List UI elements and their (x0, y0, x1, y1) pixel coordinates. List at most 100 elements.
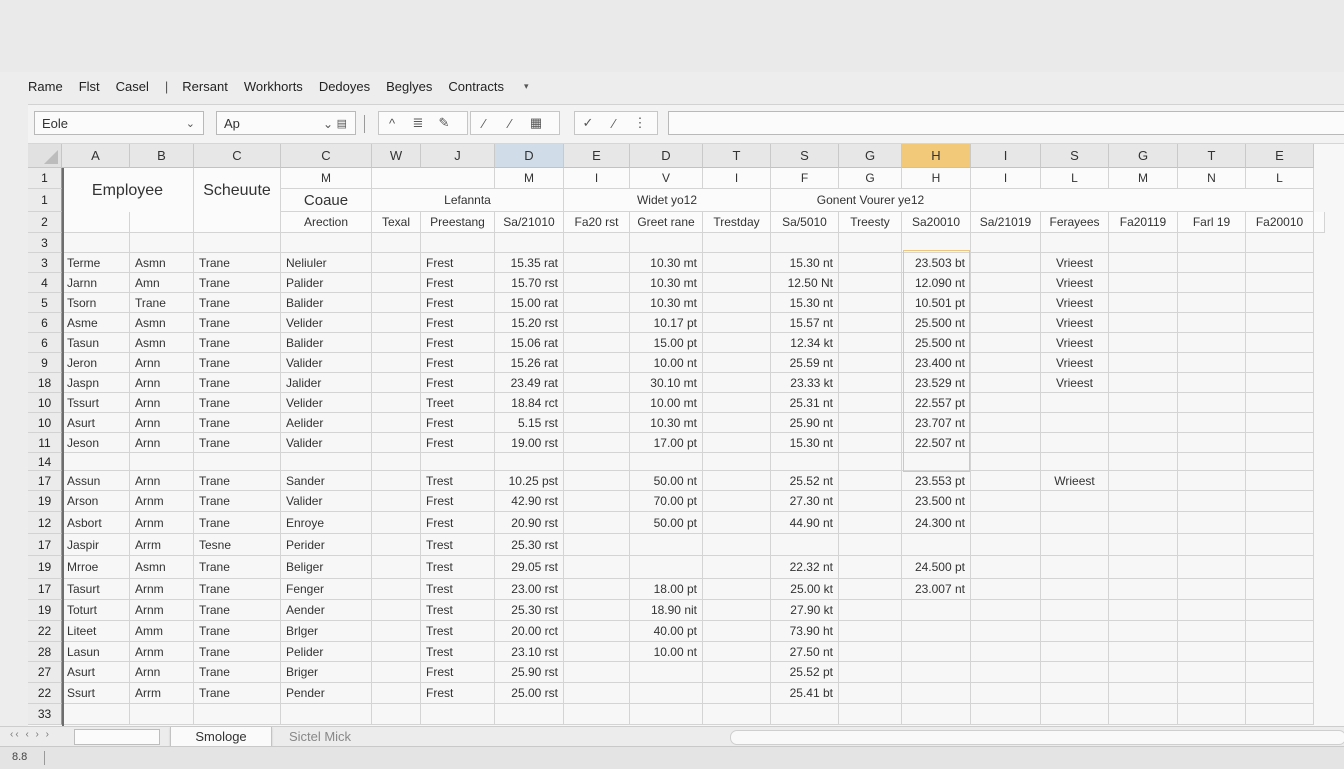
table-cell[interactable] (703, 491, 771, 512)
table-cell[interactable]: 23.49 rat (495, 373, 564, 393)
pen-icon[interactable]: ✎ (431, 115, 457, 131)
table-cell[interactable] (1041, 579, 1109, 600)
table-cell[interactable] (971, 471, 1041, 491)
header-cell[interactable]: I (703, 168, 771, 189)
header-cell[interactable]: Preestang (421, 212, 495, 233)
row-header[interactable]: 18 (28, 373, 62, 393)
table-cell[interactable]: 27.90 kt (771, 600, 839, 621)
table-cell[interactable]: 5.15 rst (495, 413, 564, 433)
header-cell[interactable]: Fa20 rst (564, 212, 630, 233)
table-cell[interactable] (971, 273, 1041, 293)
table-cell[interactable]: Frest (421, 373, 495, 393)
table-cell[interactable] (1178, 373, 1246, 393)
table-cell[interactable]: 15.30 nt (771, 253, 839, 273)
table-cell[interactable]: Arnm (130, 642, 194, 662)
grid-icon[interactable]: ▦ (523, 115, 549, 131)
header-cell[interactable]: Sa20010 (902, 212, 971, 233)
column-header[interactable]: G (1109, 144, 1178, 168)
table-cell[interactable]: 15.00 pt (630, 333, 703, 353)
header-cell[interactable] (372, 168, 495, 189)
table-cell[interactable] (1246, 512, 1314, 534)
row-header[interactable]: 10 (28, 393, 62, 413)
header-cell[interactable] (971, 189, 1314, 212)
table-cell[interactable] (1178, 433, 1246, 453)
table-cell[interactable]: Frest (421, 273, 495, 293)
table-cell[interactable] (372, 413, 421, 433)
table-cell[interactable]: 15.70 rst (495, 273, 564, 293)
table-cell[interactable]: 10.00 nt (630, 353, 703, 373)
table-cell[interactable]: Jalider (281, 373, 372, 393)
table-cell[interactable]: 22.507 nt (902, 433, 971, 453)
table-cell[interactable] (971, 662, 1041, 683)
table-cell[interactable] (1041, 453, 1109, 471)
column-header[interactable]: C (281, 144, 372, 168)
row-header[interactable]: 33 (28, 704, 62, 725)
table-cell[interactable] (564, 393, 630, 413)
header-cell[interactable]: Trestday (703, 212, 771, 233)
table-cell[interactable] (971, 453, 1041, 471)
row-header[interactable]: 3 (28, 253, 62, 273)
table-cell[interactable]: 23.007 nt (902, 579, 971, 600)
table-cell[interactable] (564, 491, 630, 512)
grid-cell[interactable] (630, 233, 703, 253)
header-cell[interactable]: G (839, 168, 902, 189)
table-cell[interactable] (703, 433, 771, 453)
grid-cell[interactable] (281, 704, 372, 725)
table-cell[interactable] (1246, 373, 1314, 393)
table-cell[interactable]: Arrm (130, 683, 194, 704)
table-cell[interactable] (372, 621, 421, 642)
table-cell[interactable]: 12.34 kt (771, 333, 839, 353)
table-cell[interactable] (1041, 393, 1109, 413)
table-cell[interactable] (564, 333, 630, 353)
table-cell[interactable]: Vrieest (1041, 353, 1109, 373)
table-cell[interactable]: Trest (421, 579, 495, 600)
table-cell[interactable] (372, 313, 421, 333)
grid-cell[interactable] (771, 704, 839, 725)
table-cell[interactable]: Tasurt (62, 579, 130, 600)
table-cell[interactable] (564, 534, 630, 556)
grid-cell[interactable] (630, 704, 703, 725)
table-cell[interactable] (971, 333, 1041, 353)
column-header[interactable]: E (564, 144, 630, 168)
grid-cell[interactable] (971, 233, 1041, 253)
table-cell[interactable] (1109, 683, 1178, 704)
grid-cell[interactable] (194, 233, 281, 253)
table-cell[interactable]: Sander (281, 471, 372, 491)
table-cell[interactable] (564, 642, 630, 662)
table-cell[interactable] (703, 621, 771, 642)
table-cell[interactable] (1178, 534, 1246, 556)
table-cell[interactable] (703, 413, 771, 433)
table-cell[interactable] (1178, 413, 1246, 433)
table-cell[interactable] (1109, 273, 1178, 293)
table-cell[interactable]: Pelider (281, 642, 372, 662)
grid-cell[interactable] (194, 704, 281, 725)
header-cell[interactable]: Coaue (281, 189, 372, 212)
grid-cell[interactable] (1178, 704, 1246, 725)
table-cell[interactable] (372, 333, 421, 353)
header-cell[interactable] (194, 212, 281, 233)
table-cell[interactable] (630, 453, 703, 471)
table-cell[interactable]: Terme (62, 253, 130, 273)
table-cell[interactable] (1109, 662, 1178, 683)
table-cell[interactable] (839, 273, 902, 293)
table-cell[interactable]: 23.500 nt (902, 491, 971, 512)
table-cell[interactable] (1041, 491, 1109, 512)
table-cell[interactable]: Pender (281, 683, 372, 704)
table-cell[interactable]: Amn (130, 273, 194, 293)
column-header[interactable]: T (703, 144, 771, 168)
table-cell[interactable]: 10.17 pt (630, 313, 703, 333)
row-header[interactable]: 17 (28, 534, 62, 556)
table-cell[interactable] (902, 453, 971, 471)
table-cell[interactable]: Aender (281, 600, 372, 621)
table-cell[interactable] (839, 642, 902, 662)
table-cell[interactable] (564, 512, 630, 534)
table-cell[interactable]: 20.90 rst (495, 512, 564, 534)
table-cell[interactable] (1041, 642, 1109, 662)
table-cell[interactable] (703, 556, 771, 579)
menu-item-flst[interactable]: Flst (79, 79, 100, 94)
table-cell[interactable]: Arnn (130, 433, 194, 453)
table-cell[interactable]: Trane (194, 293, 281, 313)
table-cell[interactable]: Balider (281, 333, 372, 353)
header-cell[interactable]: F (771, 168, 839, 189)
table-cell[interactable] (372, 491, 421, 512)
